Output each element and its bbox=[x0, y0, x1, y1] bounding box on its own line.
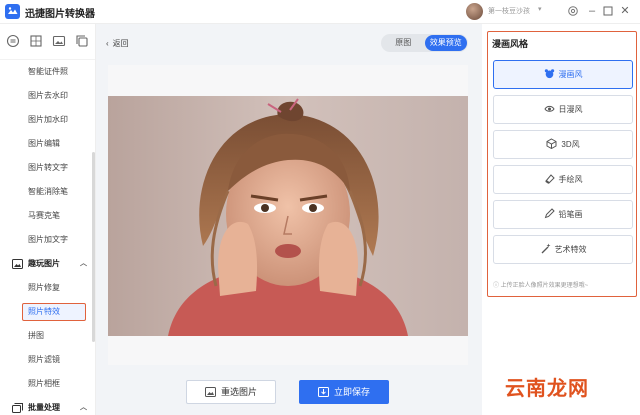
app-title: 迅捷图片转换器 bbox=[25, 9, 95, 20]
nav-list: 智能证件照 图片去水印 图片加水印 图片编辑 图片转文字 智能消除笔 马赛克笔 … bbox=[0, 60, 92, 415]
style-option-label: 日漫风 bbox=[558, 105, 583, 114]
sidebar-item-photo-repair[interactable]: 照片修复 bbox=[0, 276, 92, 300]
tab-original[interactable]: 原图 bbox=[382, 35, 425, 51]
sidebar-item-label: 图片转文字 bbox=[28, 163, 68, 172]
sidebar-item-image-to-text[interactable]: 图片转文字 bbox=[0, 156, 92, 180]
reselect-label: 重选图片 bbox=[220, 387, 257, 397]
bear-icon bbox=[544, 69, 554, 79]
image-icon bbox=[12, 259, 23, 269]
main-area: ‹ 返回 原图 效果预览 重选图片 立即保存 bbox=[96, 24, 482, 415]
sidebar-item-label: 马赛克笔 bbox=[28, 211, 60, 220]
sidebar-item-filter[interactable]: 照片滤镜 bbox=[0, 348, 92, 372]
view-toggle: 原图 效果预览 bbox=[381, 34, 468, 52]
info-icon: ⓘ bbox=[493, 283, 501, 289]
convert-icon[interactable] bbox=[6, 34, 20, 48]
sidebar-item-label: 照片修复 bbox=[28, 283, 60, 292]
sidebar-item-add-text[interactable]: 图片加文字 bbox=[0, 228, 92, 252]
sidebar-item-image-edit[interactable]: 图片编辑 bbox=[0, 132, 92, 156]
tab-effect-preview[interactable]: 效果预览 bbox=[424, 35, 467, 51]
sidebar-item-remove-watermark[interactable]: 图片去水印 bbox=[0, 84, 92, 108]
style-option-label: 3D风 bbox=[561, 140, 580, 149]
magic-wand-icon bbox=[541, 243, 550, 254]
sidebar-section-label: 趣玩图片 bbox=[28, 259, 60, 268]
batch-icon bbox=[12, 403, 23, 413]
back-label: 返回 bbox=[112, 39, 129, 48]
sidebar-item-label: 智能证件照 bbox=[28, 67, 68, 76]
app-logo-icon bbox=[5, 4, 20, 19]
sidebar-item-label: 图片编辑 bbox=[28, 139, 60, 148]
watermark: 云南龙网 bbox=[505, 378, 589, 400]
style-option-label: 漫画风 bbox=[558, 70, 583, 79]
sidebar-item-label: 照片滤镜 bbox=[28, 355, 60, 364]
style-option-hand-drawn[interactable]: 手绘风 bbox=[493, 165, 633, 194]
tip-text: 上传正脸人像照片效果更理想哦~ bbox=[500, 283, 589, 289]
style-option-comic[interactable]: 漫画风 bbox=[493, 60, 633, 89]
close-icon[interactable]: ✕ bbox=[618, 3, 632, 19]
sidebar-section-batch[interactable]: 批量处理 ︿ bbox=[0, 396, 92, 415]
image-icon bbox=[204, 387, 216, 397]
image-icon[interactable] bbox=[52, 34, 66, 48]
username[interactable]: 第一枝豆沙孩 bbox=[488, 6, 530, 16]
sidebar-section-label: 批量处理 bbox=[28, 403, 60, 412]
upload-tip: ⓘ 上传正脸人像照片效果更理想哦~ bbox=[493, 280, 588, 289]
style-option-3d[interactable]: 3D风 bbox=[493, 130, 633, 159]
sidebar-item-label: 图片加文字 bbox=[28, 235, 68, 244]
save-button[interactable]: 立即保存 bbox=[299, 380, 389, 404]
sidebar-item-label: 智能消除笔 bbox=[28, 187, 68, 196]
preview-canvas bbox=[108, 65, 468, 365]
copy-icon[interactable] bbox=[75, 34, 89, 48]
sidebar-item-frame[interactable]: 照片相框 bbox=[0, 372, 92, 396]
chevron-left-icon: ‹ bbox=[106, 39, 109, 48]
style-box: 漫画风格 漫画风 日漫风 3D风 手绘风 铅笔画 艺术特效 ⓘ 上传正脸人像照片… bbox=[487, 31, 637, 297]
style-panel: 漫画风格 漫画风 日漫风 3D风 手绘风 铅笔画 艺术特效 ⓘ 上传正脸人像照片… bbox=[482, 24, 640, 415]
sidebar-item-label: 图片去水印 bbox=[28, 91, 68, 100]
sidebar-item-add-watermark[interactable]: 图片加水印 bbox=[0, 108, 92, 132]
style-option-label: 艺术特效 bbox=[554, 245, 587, 254]
minimize-icon[interactable]: – bbox=[585, 3, 599, 19]
chevron-down-icon[interactable]: ▾ bbox=[538, 5, 542, 13]
style-option-anime[interactable]: 日漫风 bbox=[493, 95, 633, 124]
eye-icon bbox=[543, 105, 555, 112]
settings-icon[interactable] bbox=[566, 3, 580, 19]
reselect-image-button[interactable]: 重选图片 bbox=[186, 380, 276, 404]
cube-icon bbox=[546, 138, 557, 149]
style-option-label: 铅笔画 bbox=[558, 210, 583, 219]
sidebar-item-id-photo[interactable]: 智能证件照 bbox=[0, 60, 92, 84]
back-button[interactable]: ‹ 返回 bbox=[106, 38, 129, 49]
save-label: 立即保存 bbox=[333, 387, 370, 397]
sidebar-item-smart-eraser[interactable]: 智能消除笔 bbox=[0, 180, 92, 204]
preview-photo bbox=[108, 96, 468, 336]
maximize-icon[interactable] bbox=[601, 3, 615, 19]
sidebar-item-mosaic[interactable]: 马赛克笔 bbox=[0, 204, 92, 228]
avatar[interactable] bbox=[466, 3, 483, 20]
crop-icon[interactable] bbox=[29, 34, 43, 48]
sidebar-scrollbar[interactable] bbox=[92, 152, 95, 342]
chevron-up-icon: ︿ bbox=[80, 404, 87, 411]
sidebar-item-collage[interactable]: 拼图 bbox=[0, 324, 92, 348]
pencil-icon bbox=[544, 208, 555, 219]
sidebar-item-label: 照片特效 bbox=[28, 307, 60, 316]
style-panel-title: 漫画风格 bbox=[492, 39, 529, 49]
sidebar-item-label: 图片加水印 bbox=[28, 115, 68, 124]
title-bar: 迅捷图片转换器 第一枝豆沙孩 ▾ – ✕ bbox=[0, 0, 640, 24]
sidebar: 智能证件照 图片去水印 图片加水印 图片编辑 图片转文字 智能消除笔 马赛克笔 … bbox=[0, 24, 96, 415]
sidebar-item-photo-effects[interactable]: 照片特效 bbox=[0, 300, 92, 324]
sidebar-item-label: 照片相框 bbox=[28, 379, 60, 388]
style-option-art-effect[interactable]: 艺术特效 bbox=[493, 235, 633, 264]
download-icon bbox=[317, 387, 329, 397]
style-option-label: 手绘风 bbox=[558, 175, 583, 184]
sidebar-toolbar bbox=[0, 24, 95, 60]
chevron-up-icon: ︿ bbox=[80, 260, 87, 267]
sidebar-item-label: 拼图 bbox=[28, 331, 44, 340]
eraser-icon bbox=[544, 174, 555, 184]
style-option-pencil[interactable]: 铅笔画 bbox=[493, 200, 633, 229]
sidebar-section-fun[interactable]: 趣玩图片 ︿ bbox=[0, 252, 92, 276]
